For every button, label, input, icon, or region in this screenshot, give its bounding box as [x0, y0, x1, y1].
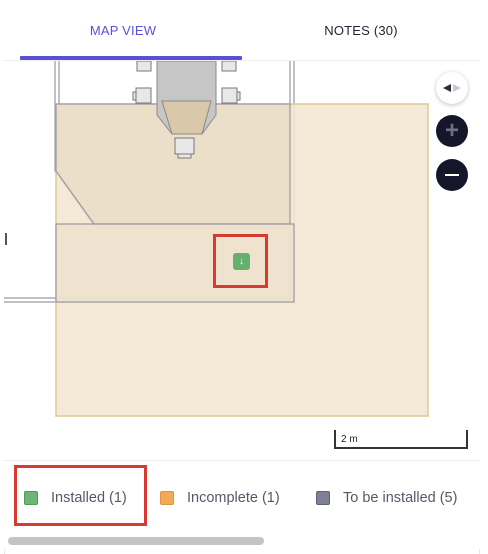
- zoom-out-button[interactable]: [436, 159, 468, 191]
- status-legend: Installed (1) Incomplete (1) To be insta…: [4, 460, 480, 533]
- to-be-installed-swatch: [316, 491, 330, 505]
- pin-highlight-box: [213, 234, 268, 288]
- floor-plan-map[interactable]: + ↓ 2 m: [4, 60, 480, 461]
- compass-icon: [443, 84, 461, 92]
- incomplete-swatch: [160, 491, 174, 505]
- zoom-in-button[interactable]: +: [436, 115, 468, 147]
- plus-icon: +: [444, 117, 459, 144]
- legend-highlight-box: [14, 465, 147, 526]
- tab-map-view[interactable]: MAP VIEW: [4, 0, 242, 60]
- legend-label: To be installed (5): [343, 490, 458, 506]
- compass-button[interactable]: [436, 72, 468, 104]
- tab-bar: MAP VIEW NOTES (30): [4, 0, 480, 60]
- legend-item-incomplete: Incomplete (1): [160, 490, 280, 506]
- scale-label: 2 m: [341, 434, 358, 445]
- scrollbar-thumb[interactable]: [8, 537, 264, 545]
- legend-item-to-be-installed: To be installed (5): [316, 490, 457, 506]
- legend-label: Incomplete (1): [187, 490, 280, 506]
- horizontal-scrollbar[interactable]: [4, 533, 480, 549]
- minus-icon: [445, 174, 459, 176]
- scale-bar: 2 m: [334, 430, 468, 449]
- tab-notes[interactable]: NOTES (30): [242, 0, 480, 60]
